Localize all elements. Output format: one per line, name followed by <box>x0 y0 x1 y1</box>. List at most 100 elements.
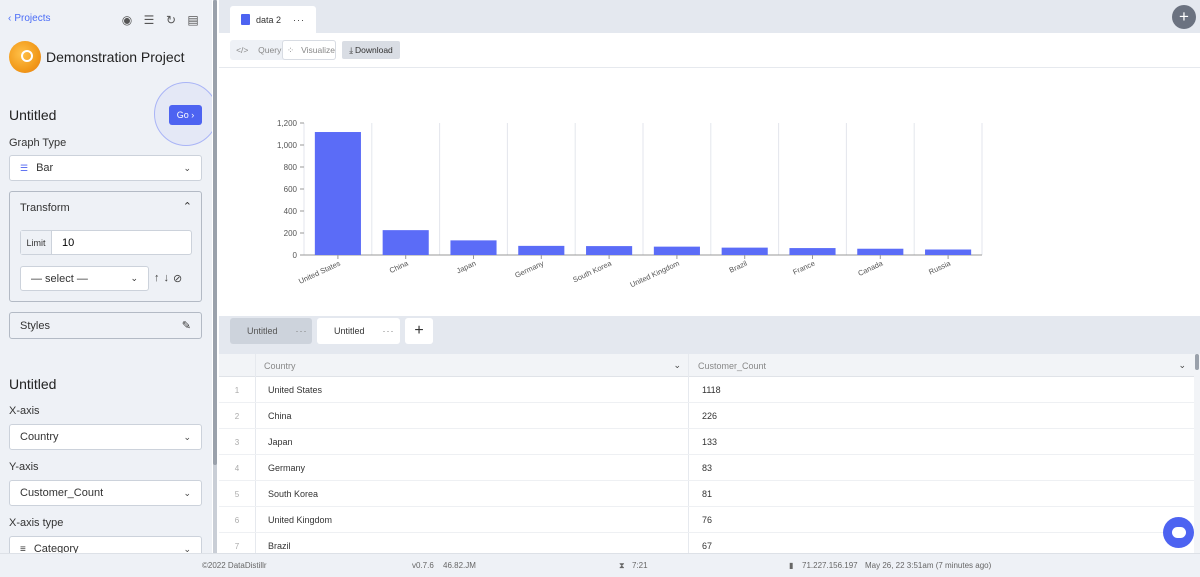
result-tab-label: Untitled <box>334 326 365 336</box>
column-header-label: Country <box>264 360 296 371</box>
row-number: 7 <box>234 541 240 551</box>
y-tick-label: 1,000 <box>277 141 298 150</box>
list-icon: ≡ <box>20 543 26 554</box>
sidebar-scrollbar-thumb[interactable] <box>213 0 217 465</box>
sliders-icon[interactable]: ☰ <box>142 13 156 27</box>
add-tab-button[interactable]: + <box>1172 5 1196 29</box>
yaxis-label: Y-axis <box>9 461 39 473</box>
xaxis-type-select[interactable]: ≡ Category ⌄ <box>9 536 202 553</box>
table-row[interactable]: 5 South Korea 81 <box>219 481 1194 507</box>
xaxis-label: X-axis <box>9 405 40 417</box>
bar <box>721 247 768 255</box>
axes-section-title: Untitled <box>9 376 57 392</box>
table-row[interactable]: 7 Brazil 67 <box>219 533 1194 553</box>
sort-desc-icon[interactable]: ↓ <box>164 272 170 285</box>
country-cell: United States <box>268 385 323 395</box>
go-button[interactable]: Go › <box>169 105 202 125</box>
result-tab-2[interactable]: Untitled ··· <box>317 318 400 344</box>
chat-icon[interactable] <box>1163 517 1194 548</box>
back-to-projects-link[interactable]: ‹ Projects <box>8 13 50 24</box>
chevron-down-icon: ⌄ <box>183 162 191 173</box>
bar <box>653 246 700 255</box>
limit-field: Limit <box>20 230 192 255</box>
project-title: Demonstration Project <box>46 49 185 65</box>
bar <box>789 248 836 255</box>
y-tick-label: 800 <box>284 163 298 172</box>
bar <box>382 230 429 255</box>
time-text: 7:21 <box>632 561 648 570</box>
row-number: 3 <box>234 437 240 447</box>
graph-type-value: Bar <box>36 162 54 174</box>
chevron-down-icon: ⌄ <box>183 431 191 442</box>
x-tick-label: China <box>388 258 410 275</box>
transform-column-select[interactable]: — select — ⌄ <box>20 266 149 291</box>
table-row[interactable]: 6 United Kingdom 76 <box>219 507 1194 533</box>
add-result-tab-button[interactable]: + <box>405 318 433 344</box>
y-tick-label: 600 <box>284 185 298 194</box>
y-tick-label: 200 <box>284 229 298 238</box>
tab-more-icon[interactable]: ··· <box>296 326 308 336</box>
result-tab-1[interactable]: Untitled ··· <box>230 318 312 344</box>
y-tick-label: 400 <box>284 207 298 216</box>
tab-label: data 2 <box>256 14 282 25</box>
results-table: Country ⌄ Customer_Count ⌄ 1 United Stat… <box>219 354 1194 553</box>
ip-text: 71.227.156.197 <box>802 561 858 570</box>
y-tick-label: 0 <box>293 251 298 260</box>
visualize-toggle[interactable]: ⁘ Visualize <box>282 40 336 60</box>
result-tab-label: Untitled <box>247 326 278 336</box>
project-logo <box>9 41 41 73</box>
count-cell: 67 <box>702 541 713 551</box>
table-scrollbar-track[interactable] <box>1194 354 1200 553</box>
graph-type-select[interactable]: ☰ Bar ⌄ <box>9 155 202 181</box>
yaxis-value: Customer_Count <box>20 487 104 499</box>
country-cell: Brazil <box>268 541 291 551</box>
x-tick-label: Japan <box>455 259 477 276</box>
chevron-down-icon: ⌄ <box>130 273 138 283</box>
x-tick-label: Germany <box>513 259 545 280</box>
styles-button[interactable]: Styles ✎ <box>9 312 202 339</box>
server-icon: ▮ <box>789 561 794 570</box>
country-cell: Germany <box>268 463 306 473</box>
column-header-label: Customer_Count <box>698 360 767 371</box>
bar-chart-icon: ☰ <box>20 162 29 173</box>
styles-label: Styles <box>20 319 50 332</box>
yaxis-select[interactable]: Customer_Count ⌄ <box>9 480 202 506</box>
hourglass-icon: ⧗ <box>619 561 625 570</box>
transform-panel: Transform ⌃ Limit — select — ⌄ ↑ ↓ ⊘ <box>9 191 202 302</box>
build-text: 46.82.JM <box>443 561 476 570</box>
count-cell: 83 <box>702 463 713 473</box>
table-row[interactable]: 3 Japan 133 <box>219 429 1194 455</box>
x-tick-label: Canada <box>857 258 885 278</box>
clear-icon[interactable]: ⊘ <box>173 272 182 285</box>
sort-asc-icon[interactable]: ↑ <box>154 272 160 285</box>
x-tick-label: United States <box>297 259 342 286</box>
tab-data-2[interactable]: data 2 ··· <box>230 6 316 33</box>
table-scrollbar-thumb[interactable] <box>1195 354 1199 370</box>
download-button[interactable]: ⤓ Download <box>342 41 400 59</box>
xaxis-select[interactable]: Country ⌄ <box>9 424 202 450</box>
row-number: 4 <box>234 463 240 473</box>
limit-input[interactable] <box>52 236 172 249</box>
updated-text: May 26, 22 3:51am (7 minutes ago) <box>865 561 992 570</box>
tab-more-icon[interactable]: ··· <box>293 15 305 25</box>
refresh-icon[interactable]: ↻ <box>164 13 178 27</box>
tab-more-icon[interactable]: ··· <box>383 326 395 336</box>
query-toggle[interactable]: </> Query <box>230 40 282 60</box>
copyright-text: ©2022 DataDistillr <box>202 561 267 570</box>
x-tick-label: France <box>791 259 816 277</box>
back-label: Projects <box>14 13 51 24</box>
transform-controls: ↑ ↓ ⊘ <box>154 272 182 285</box>
version-text: v0.7.6 <box>412 561 434 570</box>
sidebar-toolbar: ◉ ☰ ↻ ▤ <box>120 13 200 27</box>
column-header-country[interactable]: Country ⌄ <box>264 354 689 377</box>
row-number: 2 <box>234 411 240 421</box>
palette-icon[interactable]: ◉ <box>120 13 134 27</box>
chevron-up-icon[interactable]: ⌃ <box>183 200 192 213</box>
chevron-down-icon: ⌄ <box>183 543 191 554</box>
column-header-customer-count[interactable]: Customer_Count ⌄ <box>698 354 1194 377</box>
table-row[interactable]: 4 Germany 83 <box>219 455 1194 481</box>
row-number: 1 <box>234 385 240 395</box>
table-row[interactable]: 1 United States 1118 <box>219 377 1194 403</box>
table-row[interactable]: 2 China 226 <box>219 403 1194 429</box>
comment-icon[interactable]: ▤ <box>186 13 200 27</box>
